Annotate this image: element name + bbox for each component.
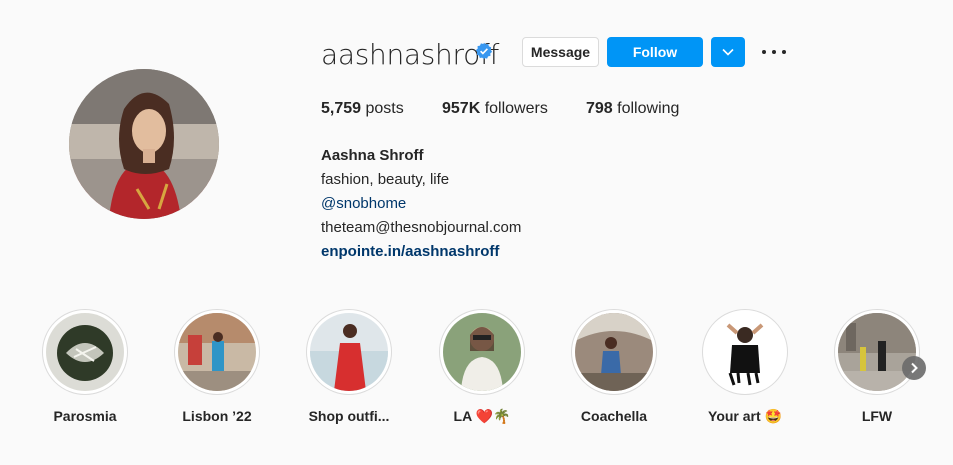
highlight-label: Your art 🤩 xyxy=(708,408,782,424)
highlight-label: Coachella xyxy=(580,408,648,424)
chevron-right-icon xyxy=(911,362,918,374)
story-highlight[interactable]: LA ❤️🌴 xyxy=(432,309,532,425)
following-count[interactable]: 798 following xyxy=(586,100,679,118)
display-name: Aashna Shroff xyxy=(321,147,424,164)
verified-badge-icon xyxy=(475,42,493,60)
posts-count: 5,759 posts xyxy=(321,100,404,117)
follow-button[interactable]: Follow xyxy=(607,37,703,67)
message-button[interactable]: Message xyxy=(522,37,599,67)
profile-avatar[interactable] xyxy=(69,69,219,219)
profile-page: aashnashroff Message Follow 5,759 posts … xyxy=(0,0,953,465)
highlight-label: LFW xyxy=(861,408,893,424)
highlight-label: LA ❤️🌴 xyxy=(453,408,511,424)
highlight-label: Parosmia xyxy=(53,408,117,424)
food-photo-icon xyxy=(46,313,124,391)
bio-text: fashion, beauty, life xyxy=(321,171,450,188)
website-link[interactable]: enpointe.in/aashnashroff xyxy=(321,240,521,264)
portrait-photo-icon xyxy=(443,313,521,391)
profile-username: aashnashroff xyxy=(321,38,500,71)
story-highlight[interactable]: Parosmia xyxy=(35,309,135,424)
story-highlight[interactable]: Lisbon ’22 xyxy=(167,309,267,424)
story-highlight[interactable]: Coachella xyxy=(564,309,664,424)
red-dress-photo-icon xyxy=(310,313,388,391)
profile-bio: Aashna Shroff fashion, beauty, life @sno… xyxy=(321,144,521,264)
more-options-icon[interactable] xyxy=(762,44,786,60)
highlight-label: Shop outfi... xyxy=(308,408,390,424)
story-highlight[interactable]: Your art 🤩 xyxy=(695,309,795,425)
highlight-label: Lisbon ’22 xyxy=(182,408,252,424)
bio-mention-link[interactable]: @snobhome xyxy=(321,192,521,216)
bio-email: theteam@thesnobjournal.com xyxy=(321,219,522,236)
followers-count[interactable]: 957K followers xyxy=(442,100,548,118)
chevron-down-icon xyxy=(722,48,734,56)
suggested-accounts-button[interactable] xyxy=(711,37,745,67)
story-highlight[interactable]: Shop outfi... xyxy=(299,309,399,424)
festival-photo-icon xyxy=(575,313,653,391)
highlights-next-button[interactable] xyxy=(902,356,926,380)
illustration-photo-icon xyxy=(706,313,784,391)
street-photo-icon xyxy=(178,313,256,391)
street-style-photo-icon xyxy=(838,313,916,391)
